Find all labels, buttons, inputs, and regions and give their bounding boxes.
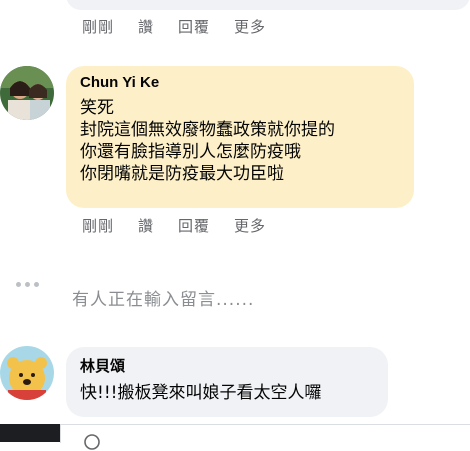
- timestamp-link[interactable]: 剛剛: [82, 16, 114, 37]
- comment-bubble: 林貝頌 快!!!搬板凳來叫娘子看太空人囉: [66, 347, 388, 417]
- avatar[interactable]: [0, 346, 54, 400]
- profile-photo-icon: [0, 66, 54, 120]
- comment-author[interactable]: Chun Yi Ke: [80, 74, 400, 91]
- winnie-the-pooh-icon: [0, 346, 54, 400]
- timestamp-link[interactable]: 剛剛: [82, 215, 114, 236]
- reply-button[interactable]: 回覆: [178, 215, 210, 236]
- reply-button[interactable]: 回覆: [178, 16, 210, 37]
- comment-bubble: Chun Yi Ke 笑死 封院這個無效廢物蠢政策就你提的 你還有臉指導別人怎麼…: [66, 66, 414, 208]
- avatar[interactable]: [0, 66, 54, 120]
- comment-actions: 剛剛 讚 回覆 更多: [82, 215, 290, 236]
- like-button[interactable]: 讚: [138, 215, 154, 236]
- typing-indicator-text: 有人正在輸入留言......: [72, 290, 255, 310]
- comment-author[interactable]: 林貝頌: [80, 355, 374, 376]
- previous-comment-actions: 剛剛 讚 回覆 更多: [82, 16, 290, 37]
- more-button[interactable]: 更多: [234, 16, 266, 37]
- like-button[interactable]: 讚: [138, 16, 154, 37]
- comment-input-box[interactable]: [60, 424, 470, 450]
- more-button[interactable]: 更多: [234, 215, 266, 236]
- typing-dots-icon: [16, 282, 43, 287]
- emoji-icon[interactable]: [83, 433, 101, 451]
- bottom-bar: [0, 424, 60, 442]
- comment-text-line: 封院這個無效廢物蠢政策就你提的: [80, 120, 335, 140]
- comment-text-line: 你還有臉指導別人怎麼防疫哦: [80, 142, 301, 162]
- comment-text-line: 你閉嘴就是防疫最大功臣啦: [80, 164, 284, 184]
- comment-text-line: 笑死: [80, 98, 114, 118]
- comment-text-line: 快!!!搬板凳來叫娘子看太空人囉: [80, 383, 322, 403]
- previous-comment-bubble: [66, 0, 470, 10]
